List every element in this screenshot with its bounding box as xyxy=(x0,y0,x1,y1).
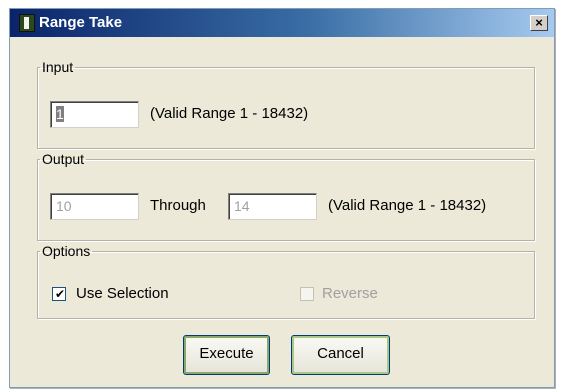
input-value-field[interactable]: 1 xyxy=(50,101,139,128)
reverse-checkbox[interactable] xyxy=(300,287,314,301)
checkmark-icon: ✔ xyxy=(55,287,66,301)
input-range-label: (Valid Range 1 - 18432) xyxy=(150,105,309,122)
output-to-field[interactable]: 14 xyxy=(228,193,317,220)
range-take-dialog: Range Take × Input 1 (Valid Range 1 - 18… xyxy=(9,8,555,388)
use-selection-label[interactable]: Use Selection xyxy=(76,285,169,302)
window-title: Range Take xyxy=(39,14,123,31)
input-group-legend: Input xyxy=(42,59,74,75)
reverse-label[interactable]: Reverse xyxy=(322,285,378,302)
title-bar[interactable]: Range Take × xyxy=(10,9,554,37)
output-group-legend: Output xyxy=(42,151,85,167)
cancel-button[interactable]: Cancel xyxy=(291,335,390,375)
output-range-label: (Valid Range 1 - 18432) xyxy=(328,197,487,214)
input-value-text: 1 xyxy=(56,106,64,122)
app-icon xyxy=(19,14,35,32)
options-group-legend: Options xyxy=(42,243,91,259)
use-selection-checkbox[interactable]: ✔ xyxy=(52,287,66,301)
output-from-field[interactable]: 10 xyxy=(50,193,139,220)
execute-button[interactable]: Execute xyxy=(183,335,270,375)
through-label: Through xyxy=(150,197,206,214)
options-group: Options xyxy=(37,243,535,319)
close-button[interactable]: × xyxy=(530,15,548,31)
